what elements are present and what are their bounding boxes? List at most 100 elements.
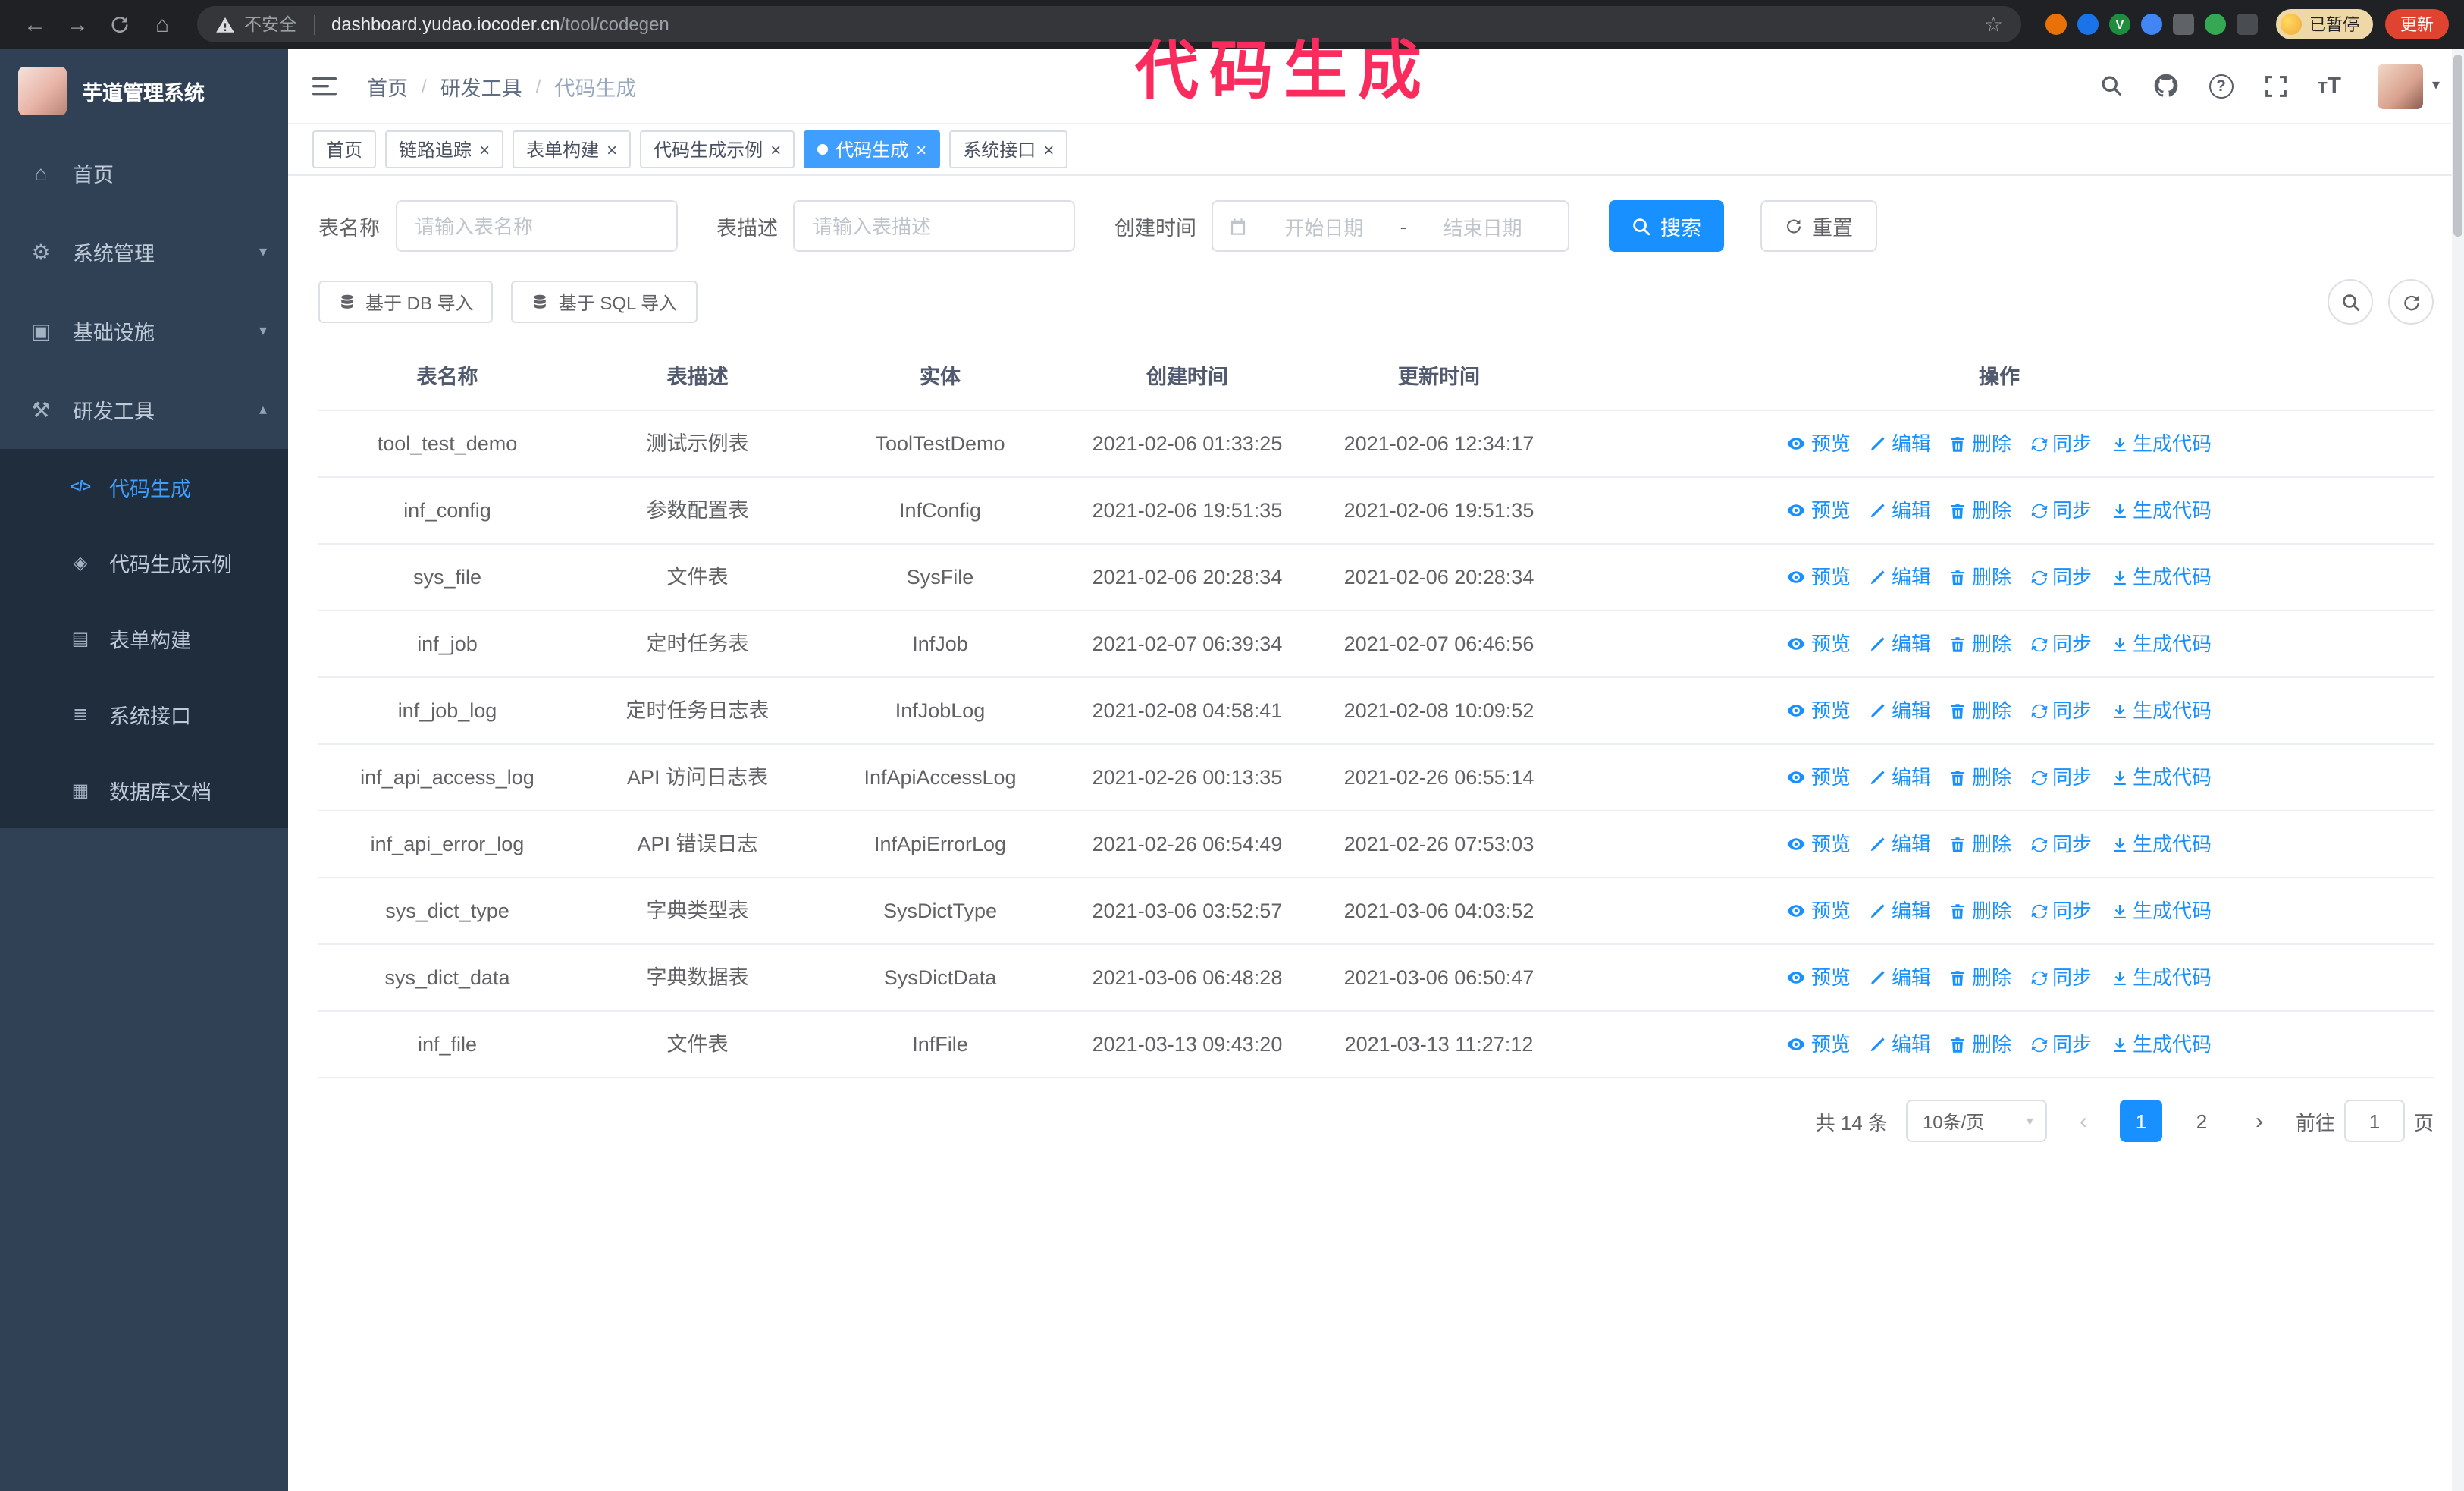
tab-api[interactable]: 系统接口 × — [949, 130, 1068, 168]
table-name-input[interactable] — [395, 200, 677, 252]
page-button-1[interactable]: 1 — [2119, 1100, 2162, 1142]
import-db-button[interactable]: 基于 DB 导入 — [318, 281, 494, 323]
sync-link[interactable]: 同步 — [2030, 830, 2092, 859]
prev-page-button[interactable]: ‹ — [2065, 1100, 2102, 1142]
delete-link[interactable]: 删除 — [1949, 763, 2011, 792]
next-page-button[interactable]: › — [2241, 1100, 2277, 1142]
sync-link[interactable]: 同步 — [2030, 629, 2092, 658]
delete-link[interactable]: 删除 — [1949, 963, 2011, 992]
bookmark-star-icon[interactable]: ☆ — [1984, 11, 2003, 37]
preview-link[interactable]: 预览 — [1787, 496, 1851, 525]
delete-link[interactable]: 删除 — [1949, 1030, 2011, 1059]
sidebar-item-infra[interactable]: ▣ 基础设施 ▾ — [0, 291, 288, 370]
extension-icon[interactable] — [2173, 14, 2194, 35]
home-icon[interactable]: ⌂ — [143, 6, 182, 42]
tab-codegen[interactable]: 代码生成 × — [804, 130, 941, 168]
sidebar-item-devtools[interactable]: ⚒ 研发工具 ▴ — [0, 370, 288, 449]
hamburger-icon[interactable] — [312, 72, 340, 99]
sidebar-item-codegen[interactable]: </> 代码生成 — [0, 449, 288, 525]
close-icon[interactable]: × — [607, 140, 617, 159]
edit-link[interactable]: 编辑 — [1869, 563, 1931, 592]
close-icon[interactable]: × — [479, 140, 490, 159]
sync-link[interactable]: 同步 — [2030, 496, 2092, 525]
forward-icon[interactable]: → — [58, 6, 97, 42]
edit-link[interactable]: 编辑 — [1869, 763, 1931, 792]
delete-link[interactable]: 删除 — [1949, 429, 2011, 458]
tab-home[interactable]: 首页 — [312, 130, 377, 168]
delete-link[interactable]: 删除 — [1949, 696, 2011, 725]
puzzle-extension-icon[interactable] — [2237, 14, 2258, 35]
delete-link[interactable]: 删除 — [1949, 496, 2011, 525]
delete-link[interactable]: 删除 — [1949, 563, 2011, 592]
import-sql-button[interactable]: 基于 SQL 导入 — [511, 281, 698, 323]
extension-icon[interactable] — [2045, 14, 2067, 35]
sidebar-item-db-doc[interactable]: ▦ 数据库文档 — [0, 752, 288, 828]
sidebar-item-system[interactable]: ⚙ 系统管理 ▾ — [0, 212, 288, 291]
extension-icon[interactable]: V — [2109, 14, 2130, 35]
generate-link[interactable]: 生成代码 — [2110, 963, 2212, 992]
user-avatar-menu[interactable]: ▾ — [2377, 63, 2440, 108]
edit-link[interactable]: 编辑 — [1869, 963, 1931, 992]
close-icon[interactable]: × — [916, 140, 926, 159]
search-icon[interactable] — [2099, 74, 2122, 97]
reset-button[interactable]: 重置 — [1760, 200, 1877, 252]
preview-link[interactable]: 预览 — [1787, 563, 1851, 592]
breadcrumb-item[interactable]: 研发工具 — [440, 71, 522, 101]
github-icon[interactable] — [2152, 73, 2178, 99]
search-button[interactable]: 搜索 — [1609, 200, 1724, 252]
tab-trace[interactable]: 链路追踪 × — [385, 130, 504, 168]
sidebar-item-api[interactable]: ≣ 系统接口 — [0, 676, 288, 752]
sync-link[interactable]: 同步 — [2030, 1030, 2092, 1059]
generate-link[interactable]: 生成代码 — [2110, 563, 2212, 592]
generate-link[interactable]: 生成代码 — [2110, 1030, 2212, 1059]
preview-link[interactable]: 预览 — [1787, 429, 1851, 458]
page-size-select[interactable]: 10条/页 ▾ — [1905, 1100, 2047, 1142]
goto-page-input[interactable] — [2343, 1100, 2405, 1142]
close-icon[interactable]: × — [770, 140, 781, 159]
sidebar-item-form-builder[interactable]: ▤ 表单构建 — [0, 601, 288, 676]
edit-link[interactable]: 编辑 — [1869, 629, 1931, 658]
generate-link[interactable]: 生成代码 — [2110, 629, 2212, 658]
extension-icon[interactable] — [2077, 14, 2099, 35]
paused-badge[interactable]: 已暂停 — [2276, 9, 2373, 39]
edit-link[interactable]: 编辑 — [1869, 429, 1931, 458]
fullscreen-icon[interactable] — [2263, 74, 2287, 98]
close-icon[interactable]: × — [1043, 140, 1054, 159]
table-desc-input[interactable] — [793, 200, 1075, 252]
breadcrumb-item[interactable]: 首页 — [367, 71, 408, 101]
sync-link[interactable]: 同步 — [2030, 896, 2092, 925]
back-icon[interactable]: ← — [15, 6, 55, 42]
delete-link[interactable]: 删除 — [1949, 830, 2011, 859]
font-size-icon[interactable]: TT — [2318, 74, 2341, 97]
sync-link[interactable]: 同步 — [2030, 429, 2092, 458]
reload-icon[interactable] — [100, 6, 140, 42]
preview-link[interactable]: 预览 — [1787, 763, 1851, 792]
edit-link[interactable]: 编辑 — [1869, 830, 1931, 859]
generate-link[interactable]: 生成代码 — [2110, 429, 2212, 458]
generate-link[interactable]: 生成代码 — [2110, 696, 2212, 725]
edit-link[interactable]: 编辑 — [1869, 1030, 1931, 1059]
sidebar-item-codegen-demo[interactable]: ◈ 代码生成示例 — [0, 525, 288, 601]
tab-form-builder[interactable]: 表单构建 × — [513, 130, 632, 168]
sidebar-item-home[interactable]: ⌂ 首页 — [0, 133, 288, 212]
sync-link[interactable]: 同步 — [2030, 763, 2092, 792]
page-button-2[interactable]: 2 — [2180, 1100, 2223, 1142]
scrollbar-track[interactable] — [2452, 49, 2464, 1491]
sync-link[interactable]: 同步 — [2030, 563, 2092, 592]
preview-link[interactable]: 预览 — [1787, 1030, 1851, 1059]
preview-link[interactable]: 预览 — [1787, 629, 1851, 658]
tab-codegen-demo[interactable]: 代码生成示例 × — [640, 130, 795, 168]
sync-link[interactable]: 同步 — [2030, 696, 2092, 725]
refresh-table-button[interactable] — [2388, 279, 2434, 325]
logo[interactable]: 芋道管理系统 — [0, 49, 288, 133]
generate-link[interactable]: 生成代码 — [2110, 830, 2212, 859]
preview-link[interactable]: 预览 — [1787, 963, 1851, 992]
toggle-search-button[interactable] — [2328, 279, 2373, 325]
edit-link[interactable]: 编辑 — [1869, 896, 1931, 925]
extension-icon[interactable] — [2205, 14, 2226, 35]
preview-link[interactable]: 预览 — [1787, 696, 1851, 725]
generate-link[interactable]: 生成代码 — [2110, 896, 2212, 925]
delete-link[interactable]: 删除 — [1949, 896, 2011, 925]
help-icon[interactable]: ? — [2209, 74, 2234, 98]
delete-link[interactable]: 删除 — [1949, 629, 2011, 658]
